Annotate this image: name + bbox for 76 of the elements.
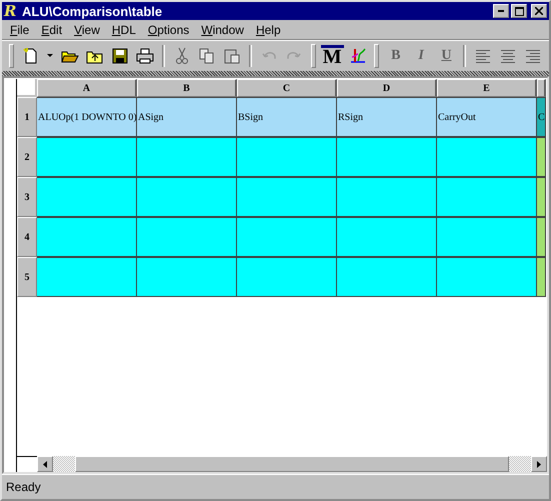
waveform-icon <box>348 47 367 65</box>
maximize-icon <box>514 6 524 16</box>
menu-item[interactable]: View <box>68 22 106 36</box>
app-logo: R <box>4 3 18 19</box>
table-cell[interactable] <box>537 137 546 177</box>
status-text: Ready <box>6 480 41 494</box>
model-button[interactable]: M <box>320 45 344 67</box>
close-button[interactable] <box>531 4 547 18</box>
column-header[interactable] <box>537 79 546 97</box>
table-cell[interactable] <box>37 217 137 257</box>
redo-icon <box>286 52 301 60</box>
table-cell[interactable]: ASign <box>137 97 237 137</box>
table-cell[interactable] <box>237 217 337 257</box>
table-cell[interactable] <box>437 217 537 257</box>
row-header[interactable]: 5 <box>17 257 37 297</box>
menu-item[interactable]: HDL <box>106 22 142 36</box>
table-cell[interactable] <box>537 217 546 257</box>
table-cell[interactable]: CarryOut <box>437 97 537 137</box>
column-header[interactable]: B <box>137 79 237 97</box>
undo-icon <box>262 52 276 60</box>
menu-item[interactable]: Edit <box>35 22 68 36</box>
align-right-icon <box>524 47 542 65</box>
table-cell[interactable] <box>337 257 437 297</box>
scroll-left-button[interactable] <box>37 456 53 472</box>
table-cell[interactable]: ALUOp(1 DOWNTO 0) <box>37 97 137 137</box>
table-cell[interactable]: BSign <box>237 97 337 137</box>
table-cell[interactable] <box>37 177 137 217</box>
caret-icon <box>47 54 54 58</box>
maximize-button[interactable] <box>511 4 527 18</box>
table-cell[interactable] <box>437 177 537 217</box>
right-arrow-icon <box>537 460 541 468</box>
table-cell[interactable] <box>337 137 437 177</box>
align-center-icon <box>498 47 517 65</box>
table-cell[interactable] <box>437 257 537 297</box>
menu-item[interactable]: Options <box>142 22 196 36</box>
minimize-icon <box>498 10 504 12</box>
horizontal-scrollbar[interactable] <box>17 456 547 472</box>
table-cell[interactable] <box>237 257 337 297</box>
table-cell[interactable] <box>137 257 237 297</box>
table-cell[interactable] <box>337 177 437 217</box>
scrollbar-thumb[interactable] <box>75 456 509 472</box>
printer-icon <box>136 47 154 65</box>
clipboard-icon <box>223 47 242 65</box>
table-cell[interactable] <box>37 137 137 177</box>
table-cell[interactable] <box>37 257 137 297</box>
table-cell[interactable] <box>437 137 537 177</box>
menu-item[interactable]: Window <box>195 22 250 36</box>
table-cell[interactable] <box>237 137 337 177</box>
column-header[interactable]: D <box>337 79 437 97</box>
corner-cell[interactable] <box>17 79 37 97</box>
table-cell[interactable] <box>237 177 337 217</box>
table-cell[interactable]: C <box>537 97 546 137</box>
scroll-right-button[interactable] <box>531 456 547 472</box>
close-icon <box>535 7 543 15</box>
table-cell[interactable] <box>537 257 546 297</box>
menu-item[interactable]: Help <box>250 22 287 36</box>
table-cell[interactable] <box>337 217 437 257</box>
table-cell[interactable] <box>137 137 237 177</box>
row-header[interactable]: 3 <box>17 177 37 217</box>
table-cell[interactable]: RSign <box>337 97 437 137</box>
window-title: ALU\Comparison\table <box>22 4 164 18</box>
row-header[interactable]: 2 <box>17 137 37 177</box>
column-header[interactable]: A <box>37 79 137 97</box>
left-arrow-icon <box>43 460 47 468</box>
menu-item[interactable]: File <box>4 22 36 36</box>
table-cell[interactable] <box>537 177 546 217</box>
table-cell[interactable] <box>137 177 237 217</box>
row-header[interactable]: 4 <box>17 217 37 257</box>
copy-icon <box>198 47 216 65</box>
column-header[interactable]: E <box>437 79 537 97</box>
save-icon <box>111 47 130 65</box>
minimize-button[interactable] <box>493 4 509 18</box>
table-cell[interactable] <box>137 217 237 257</box>
row-header[interactable]: 1 <box>17 97 37 137</box>
column-header[interactable]: C <box>237 79 337 97</box>
align-left-icon <box>474 47 492 65</box>
